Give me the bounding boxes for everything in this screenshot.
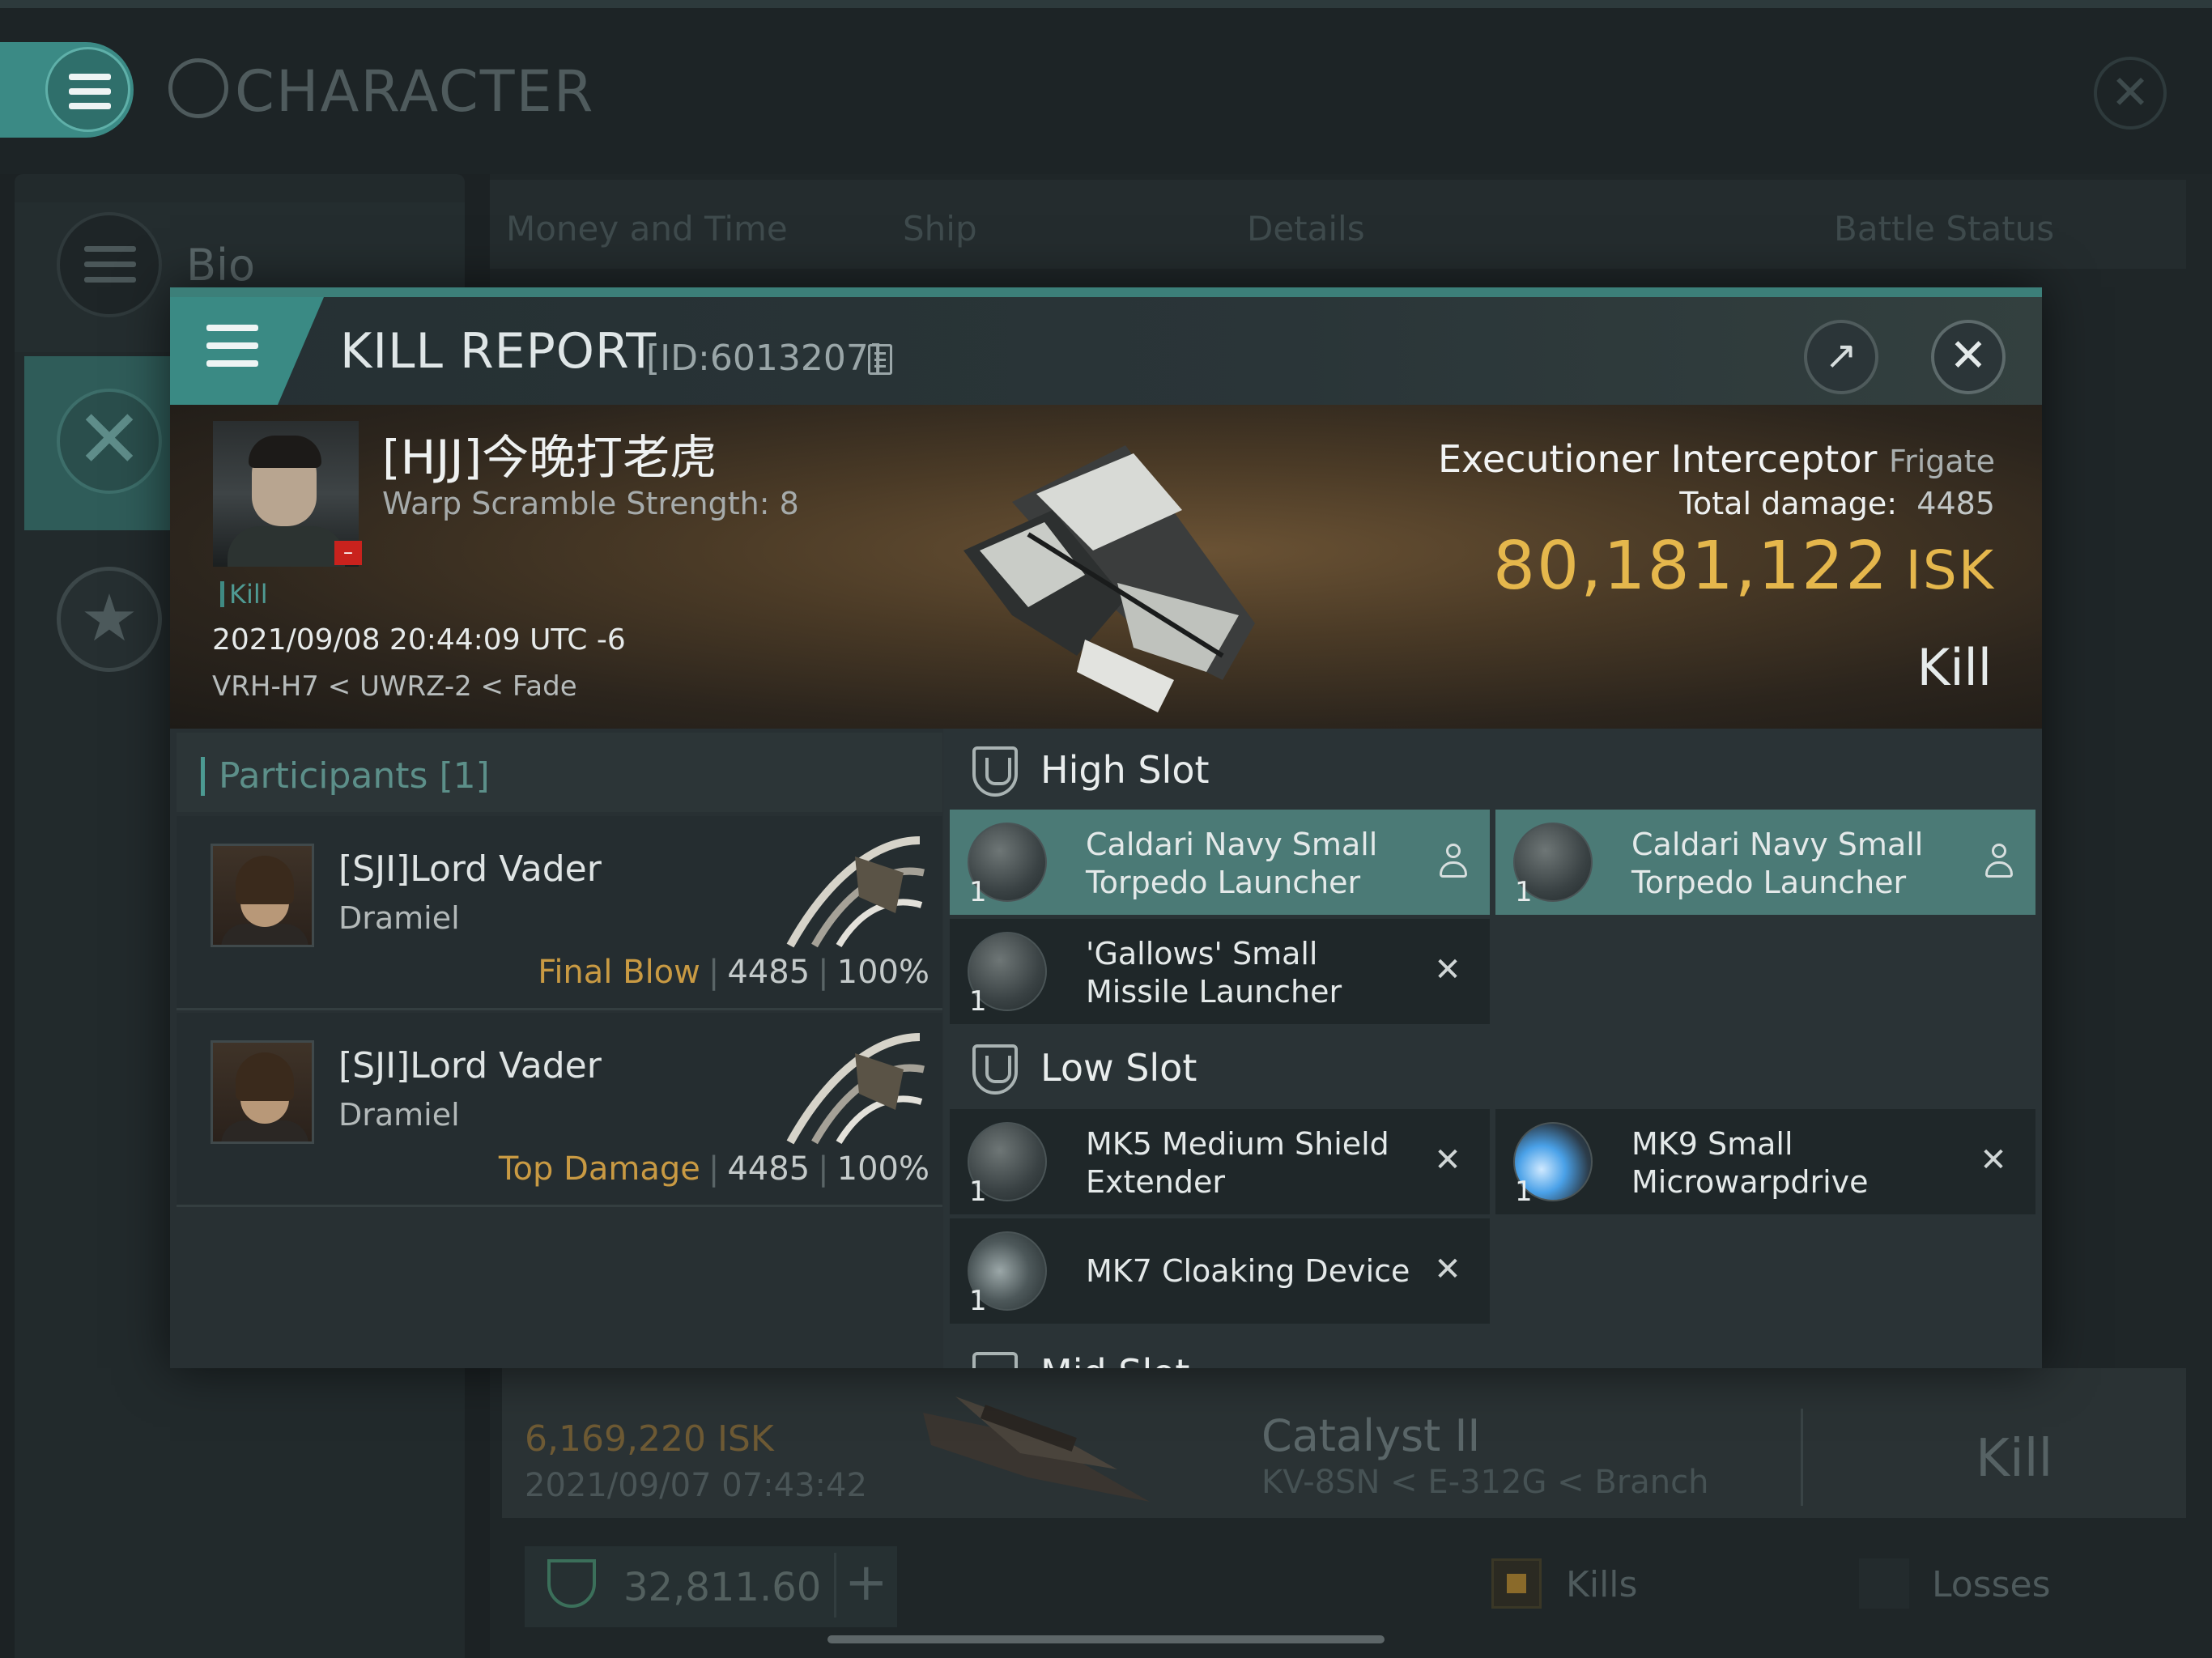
module-name: Caldari Navy Small Torpedo Launcher [1631, 827, 1924, 900]
module-name: Caldari Navy Small Torpedo Launcher [1086, 827, 1378, 900]
module-row[interactable]: 1 MK5 Medium Shield Extender ✕ [950, 1109, 1490, 1214]
sidebar-item-label: Bio [186, 240, 256, 291]
module-name: MK7 Cloaking Device [1086, 1253, 1410, 1289]
ship-image [923, 1397, 1150, 1502]
screen-title: CHARACTER [235, 58, 595, 125]
high-slot-title: High Slot [1040, 748, 1210, 792]
mid-slot-icon [972, 1352, 1018, 1368]
high-slot-header: High Slot [943, 729, 2042, 808]
star-icon[interactable]: ★ [57, 567, 162, 672]
hamburger-icon [69, 74, 111, 109]
module-row[interactable]: 1 Caldari Navy Small Torpedo Launcher [950, 810, 1490, 915]
module-name: 'Gallows' Small Missile Launcher [1086, 936, 1342, 1010]
destroyed-icon: ✕ [1434, 1251, 1461, 1288]
destroyed-icon: ✕ [1434, 951, 1461, 988]
total-damage: Total damage: 4485 [1679, 486, 1995, 521]
kills-filter-label: Kills [1566, 1564, 1638, 1605]
module-quantity: 1 [969, 876, 987, 908]
home-indicator[interactable] [827, 1635, 1385, 1643]
result-label: Kill [1916, 638, 1992, 697]
main-menu-button[interactable] [0, 42, 134, 138]
hostile-badge-icon: – [334, 541, 362, 565]
module-quantity: 1 [969, 985, 987, 1018]
warp-scramble-strength: Warp Scramble Strength: 8 [382, 486, 799, 521]
victim-name[interactable]: [HJJ]今晚打老虎 [382, 419, 717, 487]
participants-panel: Participants [1] [SJI]Lord Vader Dramiel… [170, 729, 943, 1368]
card-result: Kill [1976, 1429, 2053, 1489]
ship-class: Frigate [1889, 444, 1995, 479]
report-id: [ID:6013207] [646, 338, 883, 379]
participant-stats: Top Damage | 4485 | 100% [498, 1150, 929, 1188]
participant-row[interactable]: [SJI]Lord Vader Dramiel Final Blow | 4485 |… [177, 816, 942, 1010]
participant-ship-image [786, 1033, 925, 1145]
person-icon [1985, 844, 2013, 879]
hamburger-icon [206, 325, 258, 367]
copy-icon[interactable] [868, 344, 892, 375]
mid-slot-title: Mid Slot [1040, 1350, 1189, 1368]
kill-timestamp: 2021/09/08 20:44:09 UTC -6 [212, 623, 626, 657]
crossed-swords-icon: ✕ [57, 389, 162, 494]
participants-header: Participants [1] [177, 733, 942, 812]
card-date: 2021/09/07 07:43:42 [525, 1467, 867, 1504]
add-button[interactable]: + [834, 1553, 888, 1618]
share-button[interactable]: ↗ [1804, 320, 1878, 394]
ship-name[interactable]: Executioner Interceptor Frigate [1438, 437, 1995, 481]
module-row[interactable]: 1 'Gallows' Small Missile Launcher ✕ [950, 919, 1490, 1024]
card-location: KV-8SN < E-312G < Branch [1261, 1464, 1709, 1501]
person-icon [1440, 844, 1467, 879]
card-ship-name: Catalyst II [1261, 1410, 1481, 1461]
participant-ship: Dramiel [338, 900, 460, 936]
losses-filter-label: Losses [1932, 1564, 2051, 1605]
destroyed-icon: ✕ [1980, 1141, 2007, 1179]
tab-ship[interactable]: Ship [903, 209, 977, 249]
losses-filter-checkbox[interactable] [1859, 1558, 1909, 1609]
module-row[interactable]: 1 MK9 Small Microwarpdrive ✕ [1495, 1109, 2035, 1214]
module-row[interactable]: 1 Caldari Navy Small Torpedo Launcher [1495, 810, 2035, 915]
module-quantity: 1 [969, 1285, 987, 1317]
card-isk: 6,169,220 ISK [525, 1418, 774, 1460]
participant-row[interactable]: [SJI]Lord Vader Dramiel Top Damage | 4485 |… [177, 1013, 942, 1207]
shield-icon [547, 1559, 596, 1608]
kill-summary: – [HJJ]今晚打老虎 Warp Scramble Strength: 8 K… [170, 405, 2042, 729]
participant-ship: Dramiel [338, 1097, 460, 1133]
module-row[interactable]: 1 MK7 Cloaking Device ✕ [950, 1218, 1490, 1324]
tab-battle-status[interactable]: Battle Status [1834, 209, 2054, 249]
divider [1801, 1409, 1803, 1506]
fitting-panel: High Slot 1 Caldari Navy Small Torpedo L… [943, 729, 2042, 1368]
module-quantity: 1 [1515, 1175, 1533, 1208]
low-slot-icon [972, 1044, 1018, 1095]
participant-name: [SJI]Lord Vader [338, 1045, 602, 1086]
ship-image[interactable] [915, 413, 1320, 721]
participant-name: [SJI]Lord Vader [338, 848, 602, 890]
participant-ship-image [786, 836, 925, 948]
module-quantity: 1 [1515, 876, 1533, 908]
kill-report-modal: KILL REPORT [ID:6013207] ↗ ✕ – [HJJ]今晚打老… [170, 287, 2042, 1368]
tab-details[interactable]: Details [1247, 209, 1365, 249]
participant-portrait[interactable] [211, 1040, 314, 1144]
isk-value: 80,181,122 ISK [1492, 528, 1995, 605]
tab-money-and-time[interactable]: Money and Time [506, 209, 788, 249]
kills-filter-checkbox[interactable] [1491, 1558, 1542, 1609]
modal-title: KILL REPORT [340, 323, 657, 380]
participant-stats: Final Blow | 4485 | 100% [538, 954, 929, 991]
kill-location: VRH-H7 < UWRZ-2 < Fade [212, 670, 577, 703]
destroyed-icon: ✕ [1434, 1141, 1461, 1179]
close-button[interactable]: ✕ [1931, 320, 2006, 394]
kill-tag: Kill [220, 581, 268, 607]
character-icon [168, 58, 228, 118]
high-slot-icon [972, 746, 1018, 797]
balance-value: 32,811.60 [623, 1565, 822, 1610]
participants-title: Participants [1] [219, 755, 490, 797]
low-slot-header: Low Slot [943, 1027, 2042, 1106]
modal-header: KILL REPORT [ID:6013207] ↗ ✕ [170, 287, 2042, 405]
modal-menu-button[interactable] [170, 297, 324, 405]
list-icon [57, 212, 162, 317]
module-quantity: 1 [969, 1175, 987, 1208]
screen-close-button[interactable]: ✕ [2094, 57, 2167, 130]
module-name: MK9 Small Microwarpdrive [1631, 1126, 1869, 1200]
participant-portrait[interactable] [211, 844, 314, 947]
low-slot-title: Low Slot [1040, 1046, 1197, 1090]
module-name: MK5 Medium Shield Extender [1086, 1126, 1389, 1200]
